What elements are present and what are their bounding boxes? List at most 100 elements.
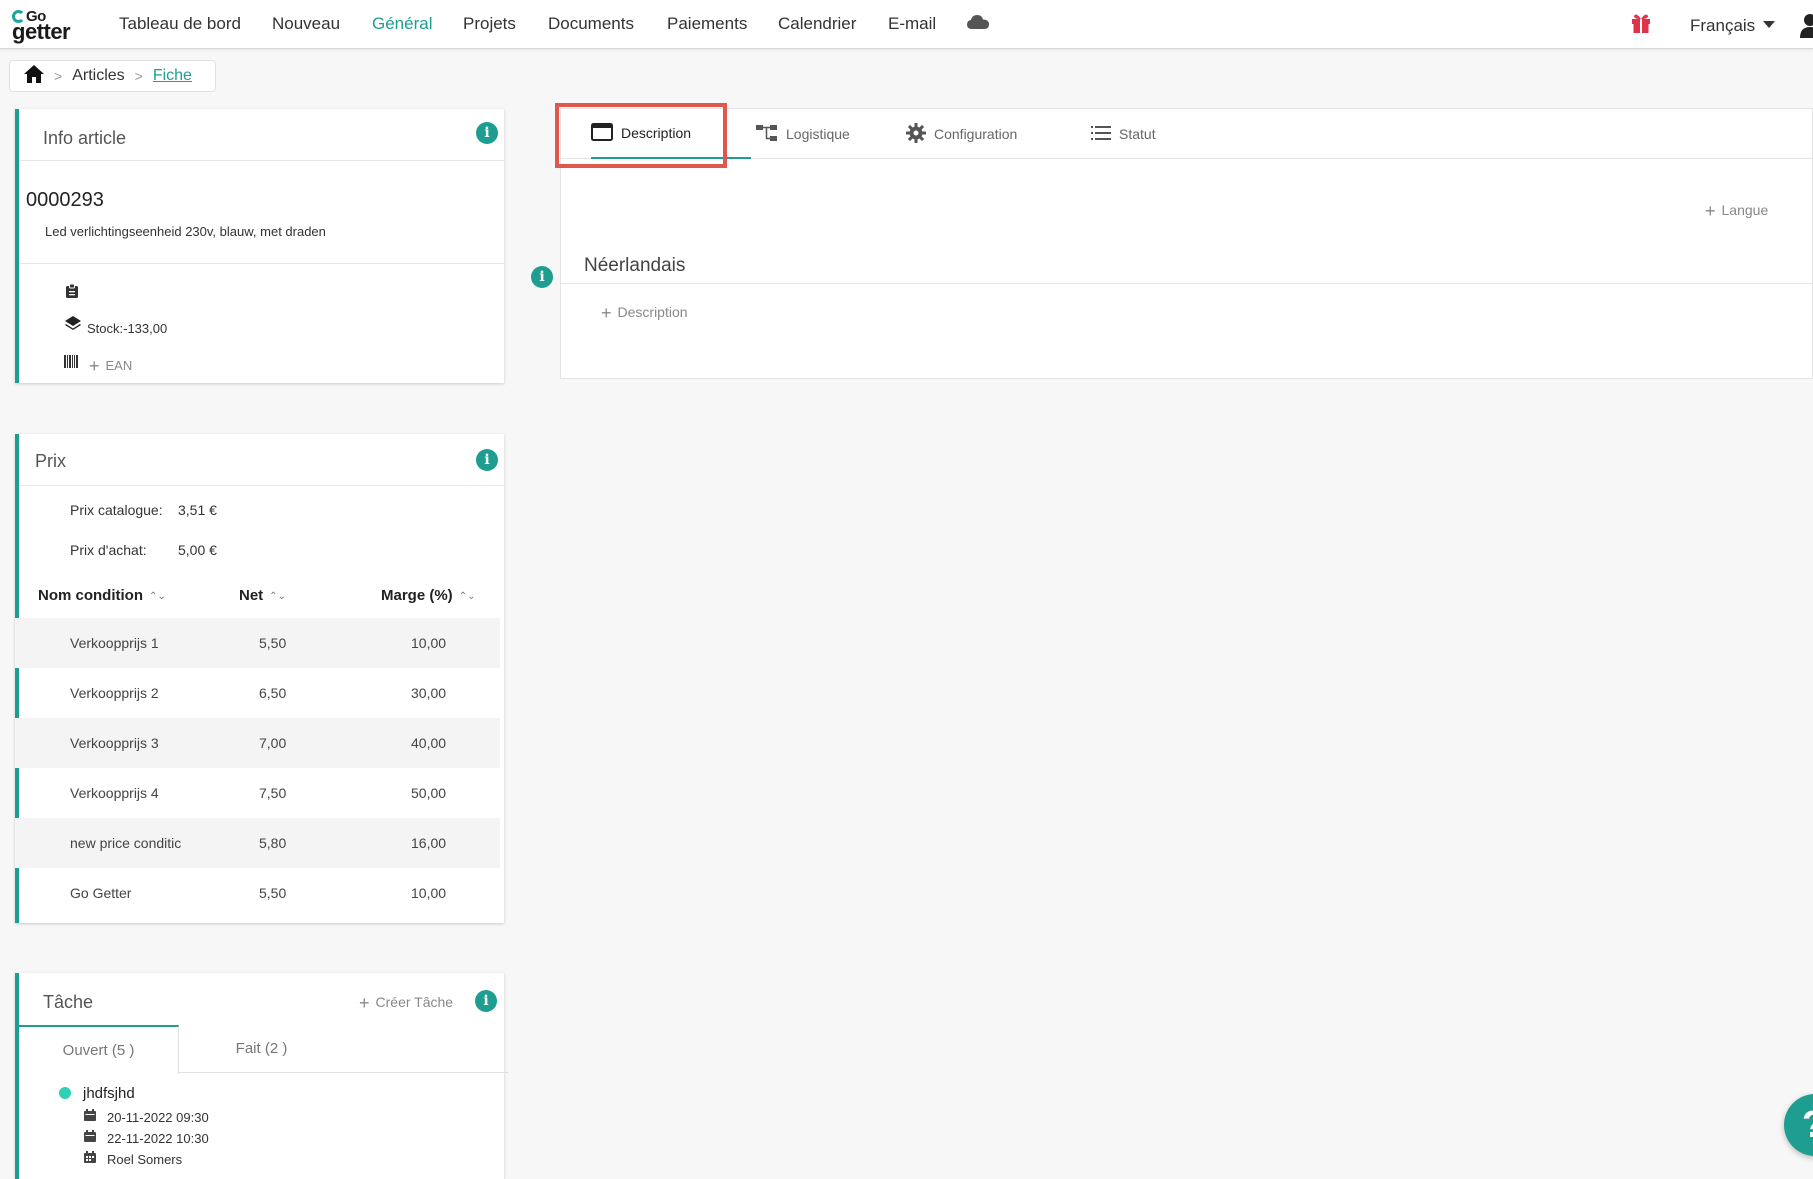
info-icon[interactable]: i: [531, 266, 553, 288]
breadcrumb: > Articles > Fiche: [9, 60, 216, 92]
row-marge: 16,00: [411, 835, 447, 851]
prix-header: Prix i: [19, 434, 504, 486]
row-net: 5,50: [259, 635, 287, 651]
row-net: 6,50: [259, 685, 287, 701]
hierarchy-icon: [756, 124, 778, 145]
help-button[interactable]: ?: [1784, 1094, 1813, 1156]
row-marge: 10,00: [411, 885, 447, 901]
add-description-button[interactable]: + Description: [601, 303, 688, 324]
tab-configuration[interactable]: Configuration: [906, 109, 1017, 159]
language-divider: [561, 283, 1813, 284]
prix-catalogue-row: Prix catalogue: 3,51 €: [70, 502, 217, 518]
tab-fait[interactable]: Fait (2 ): [179, 1025, 344, 1073]
tab-ouvert[interactable]: Ouvert (5 ): [19, 1025, 179, 1074]
user-icon[interactable]: [1800, 12, 1813, 38]
info-article-title: Info article: [43, 128, 127, 148]
logo-text-bottom: getter: [12, 19, 71, 44]
row-net: 5,50: [259, 885, 287, 901]
add-description-label: Description: [617, 304, 688, 320]
table-row[interactable]: Verkoopprijs 2 6,50 30,00: [15, 668, 500, 718]
table-row[interactable]: Verkoopprijs 1 5,50 10,00: [15, 618, 500, 668]
tab-label: Logistique: [786, 126, 850, 142]
barcode-icon: [64, 355, 78, 373]
prix-title: Prix: [35, 451, 66, 471]
article-code: 0000293: [26, 189, 104, 211]
info-icon[interactable]: i: [475, 990, 497, 1012]
cloud-icon[interactable]: [967, 14, 989, 35]
row-name: Go Getter: [70, 885, 132, 901]
tab-logistique[interactable]: Logistique: [756, 109, 850, 159]
column-label: Net: [239, 587, 264, 604]
gear-icon: [906, 122, 926, 146]
home-icon[interactable]: [24, 64, 44, 88]
row-name: new price conditic: [70, 835, 182, 851]
add-language-button[interactable]: + Langue: [1705, 201, 1768, 222]
article-description: Led verlichtingseenheid 230v, blauw, met…: [45, 224, 326, 239]
description-panel: Description Logistique Configuration Sta…: [560, 108, 1813, 379]
breadcrumb-articles[interactable]: Articles: [72, 67, 124, 85]
highlight-annotation: [555, 103, 727, 168]
breadcrumb-fiche[interactable]: Fiche: [153, 67, 192, 85]
plus-icon: +: [359, 993, 370, 1013]
calendar-start-icon: [84, 1108, 96, 1126]
create-task-button[interactable]: + Créer Tâche: [359, 993, 453, 1014]
chevron-right-icon: >: [54, 68, 63, 84]
gift-icon[interactable]: [1631, 12, 1651, 39]
row-marge: 10,00: [411, 635, 447, 651]
column-header-nom-condition[interactable]: Nom condition ⌃⌄: [38, 587, 166, 604]
clipboard-icon[interactable]: [66, 283, 78, 303]
row-net: 5,80: [259, 835, 287, 851]
row-name: Verkoopprijs 3: [70, 735, 159, 751]
row-marge: 30,00: [411, 685, 447, 701]
nav-tableau-de-bord[interactable]: Tableau de bord: [119, 14, 241, 34]
column-label: Marge (%): [381, 587, 453, 604]
task-status-dot: [59, 1087, 71, 1099]
row-name: Verkoopprijs 4: [70, 785, 159, 801]
column-header-net[interactable]: Net ⌃⌄: [239, 587, 286, 604]
nav-documents[interactable]: Documents: [548, 14, 634, 34]
task-user: Roel Somers: [107, 1152, 183, 1167]
sort-icon: ⌃⌄: [458, 590, 476, 602]
column-label: Nom condition: [38, 587, 143, 604]
gogetter-logo[interactable]: Go getter: [12, 8, 92, 44]
tache-header: Tâche + Créer Tâche i: [19, 973, 504, 1025]
tache-card: Tâche + Créer Tâche i Ouvert (5 ) Fait (2…: [15, 973, 508, 1179]
calendar-end-icon: [84, 1129, 96, 1147]
table-row[interactable]: Go Getter 5,50 10,00: [15, 868, 500, 918]
table-row[interactable]: new price conditic 5,80 16,00: [15, 818, 500, 868]
nav-general[interactable]: Général: [372, 14, 432, 34]
row-marge: 40,00: [411, 735, 447, 751]
nav-nouveau[interactable]: Nouveau: [272, 14, 340, 34]
plus-icon: +: [89, 356, 100, 376]
task-end-date: 22-11-2022 10:30: [107, 1131, 209, 1146]
info-article-card: Info article i: [15, 109, 504, 383]
prix-achat-value: 5,00 €: [178, 542, 217, 558]
prix-achat-label: Prix d'achat:: [70, 542, 147, 558]
task-start-date: 20-11-2022 09:30: [107, 1110, 209, 1125]
language-section-title: Néerlandais: [584, 255, 686, 276]
info-icon[interactable]: i: [476, 122, 498, 144]
add-ean-button[interactable]: + EAN: [89, 356, 132, 377]
top-navbar: Go getter Tableau de bord Nouveau Généra…: [0, 0, 1813, 49]
nav-calendrier[interactable]: Calendrier: [778, 14, 856, 34]
row-net: 7,50: [259, 785, 287, 801]
nav-email[interactable]: E-mail: [888, 14, 936, 34]
table-row[interactable]: Verkoopprijs 4 7,50 50,00: [15, 768, 500, 818]
sort-icon: ⌃⌄: [269, 590, 286, 602]
column-header-marge[interactable]: Marge (%) ⌃⌄: [381, 587, 475, 604]
list-icon: [1091, 125, 1111, 143]
tab-statut[interactable]: Statut: [1091, 109, 1156, 159]
layers-icon: [65, 316, 81, 337]
task-name[interactable]: jhdfsjhd: [83, 1085, 135, 1102]
table-row[interactable]: Verkoopprijs 3 7,00 40,00: [15, 718, 500, 768]
tache-title: Tâche: [43, 992, 94, 1012]
create-task-label: Créer Tâche: [375, 994, 454, 1010]
chevron-right-icon: >: [134, 68, 143, 84]
user-calendar-icon: [84, 1150, 96, 1168]
nav-paiements[interactable]: Paiements: [667, 14, 747, 34]
caret-down-icon: [1763, 21, 1776, 29]
row-name: Verkoopprijs 2: [70, 685, 159, 701]
info-icon[interactable]: i: [476, 449, 498, 471]
nav-projets[interactable]: Projets: [463, 14, 516, 34]
language-selector[interactable]: Français: [1690, 16, 1776, 36]
